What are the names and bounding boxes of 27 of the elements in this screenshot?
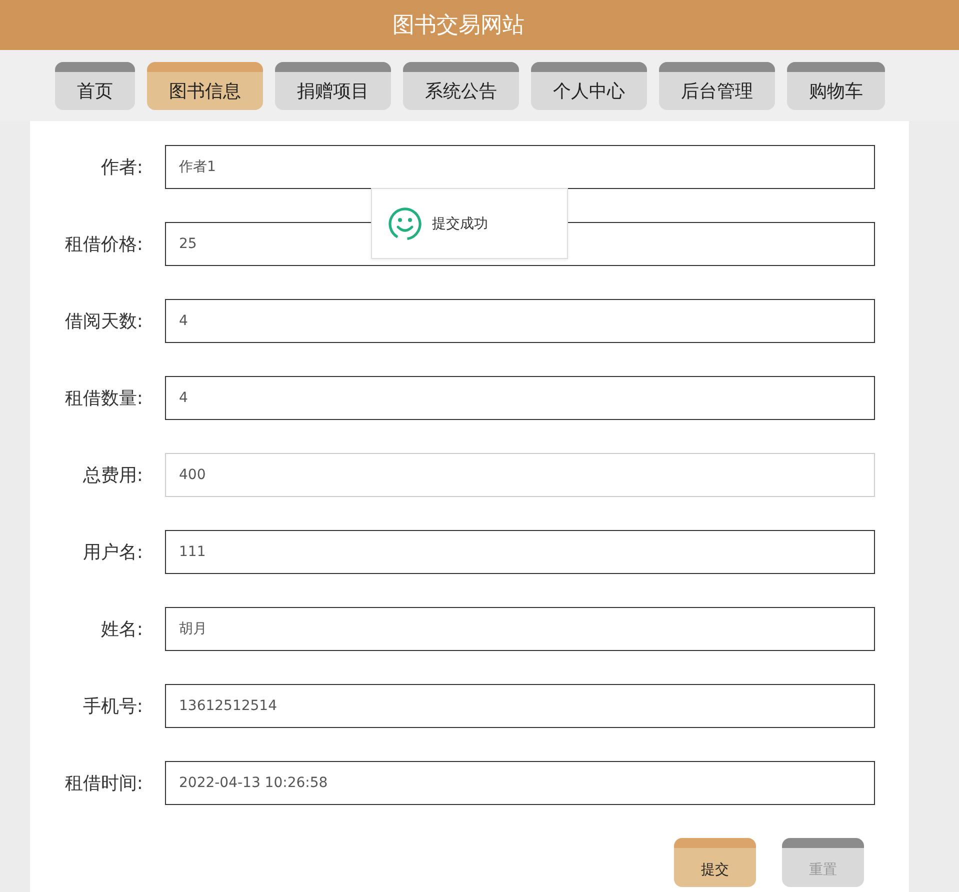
- smiley-icon: [388, 206, 422, 240]
- input-field[interactable]: 13612512514: [165, 684, 875, 728]
- input-field[interactable]: 胡月: [165, 607, 875, 651]
- field-label: 用户名:: [82, 541, 143, 564]
- input-field[interactable]: 4: [165, 376, 875, 420]
- field-label: 姓名:: [100, 618, 143, 641]
- field-label: 借阅天数:: [64, 310, 143, 333]
- toast-text: 提交成功: [432, 214, 488, 232]
- input-field[interactable]: 111: [165, 530, 875, 574]
- field-label: 作者:: [100, 156, 143, 179]
- input-field[interactable]: 作者1: [165, 145, 875, 189]
- input-field[interactable]: 2022-04-13 10:26:58: [165, 761, 875, 805]
- field-label: 总费用:: [82, 464, 143, 487]
- nav-tab[interactable]: 后台管理: [659, 62, 775, 110]
- site-title: 图书交易网站: [392, 12, 524, 40]
- nav-tab[interactable]: 系统公告: [403, 62, 519, 110]
- nav-tab[interactable]: 购物车: [787, 62, 885, 110]
- field-label: 手机号:: [82, 695, 143, 718]
- nav-tab[interactable]: 首页: [55, 62, 135, 110]
- submit-button[interactable]: 提交: [674, 838, 756, 887]
- field-label: 租借价格:: [64, 233, 143, 256]
- nav-tab[interactable]: 个人中心: [531, 62, 647, 110]
- field-label: 租借时间:: [64, 772, 143, 795]
- field-label: 租借数量:: [64, 387, 143, 410]
- input-field[interactable]: 4: [165, 299, 875, 343]
- nav-tab[interactable]: 捐赠项目: [275, 62, 391, 110]
- nav-tab[interactable]: 图书信息: [147, 62, 263, 110]
